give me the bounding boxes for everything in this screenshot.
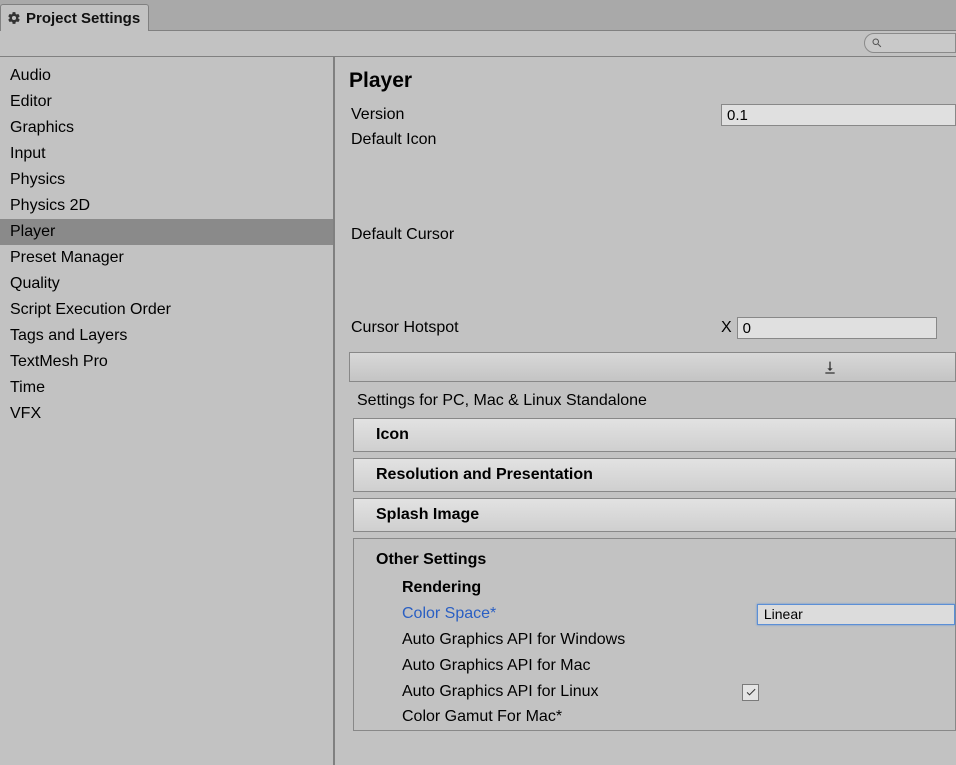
color-space-dropdown[interactable]: Linear	[757, 604, 955, 625]
version-row: Version	[335, 101, 956, 129]
gear-icon	[7, 11, 21, 25]
sidebar-item-audio[interactable]: Audio	[0, 63, 333, 89]
section-resolution[interactable]: Resolution and Presentation	[353, 458, 956, 492]
auto-graphics-linux-checkbox[interactable]	[742, 684, 759, 701]
version-label: Version	[351, 106, 721, 124]
version-input[interactable]	[721, 104, 956, 126]
toolbar-row	[0, 31, 956, 57]
hotspot-x-axis-label: X	[721, 319, 732, 337]
auto-graphics-mac-row: Auto Graphics API for Mac	[354, 653, 955, 679]
download-arrow-icon	[822, 359, 838, 379]
sidebar-item-graphics[interactable]: Graphics	[0, 115, 333, 141]
content-panel: Player Version Default Icon Default Curs…	[335, 57, 956, 765]
cursor-hotspot-row: Cursor Hotspot X	[335, 314, 956, 342]
default-icon-label: Default Icon	[351, 129, 721, 149]
sidebar-item-quality[interactable]: Quality	[0, 271, 333, 297]
hotspot-x-group: X	[721, 317, 937, 339]
sidebar-item-player[interactable]: Player	[0, 219, 333, 245]
sidebar-item-physics[interactable]: Physics	[0, 167, 333, 193]
sidebar-item-tags-layers[interactable]: Tags and Layers	[0, 323, 333, 349]
sidebar-item-physics-2d[interactable]: Physics 2D	[0, 193, 333, 219]
rendering-heading: Rendering	[354, 575, 955, 601]
other-settings-title[interactable]: Other Settings	[354, 545, 955, 575]
section-splash[interactable]: Splash Image	[353, 498, 956, 532]
sidebar-item-editor[interactable]: Editor	[0, 89, 333, 115]
color-space-row: Color Space* Linear	[354, 601, 955, 627]
main-area: Audio Editor Graphics Input Physics Phys…	[0, 57, 956, 765]
sidebar-item-textmesh-pro[interactable]: TextMesh Pro	[0, 349, 333, 375]
default-icon-row: Default Icon	[335, 129, 956, 224]
color-space-label: Color Space*	[402, 605, 742, 623]
project-settings-tab[interactable]: Project Settings	[0, 4, 149, 31]
settings-sidebar: Audio Editor Graphics Input Physics Phys…	[0, 57, 335, 765]
sidebar-item-vfx[interactable]: VFX	[0, 401, 333, 427]
color-space-value: Linear	[764, 606, 803, 622]
color-gamut-mac-row: Color Gamut For Mac*	[354, 705, 955, 724]
sidebar-item-time[interactable]: Time	[0, 375, 333, 401]
hotspot-x-input[interactable]	[737, 317, 937, 339]
search-icon	[871, 37, 883, 49]
auto-graphics-windows-label: Auto Graphics API for Windows	[402, 631, 742, 649]
section-icon[interactable]: Icon	[353, 418, 956, 452]
platform-selector-bar[interactable]	[349, 352, 956, 382]
color-gamut-mac-label: Color Gamut For Mac*	[402, 708, 742, 724]
cursor-hotspot-label: Cursor Hotspot	[351, 319, 721, 337]
search-input[interactable]	[864, 33, 956, 53]
page-title: Player	[335, 57, 956, 101]
sidebar-item-preset-manager[interactable]: Preset Manager	[0, 245, 333, 271]
window-tab-bar: Project Settings	[0, 0, 956, 31]
auto-graphics-linux-row: Auto Graphics API for Linux	[354, 679, 955, 705]
default-cursor-label: Default Cursor	[351, 224, 721, 244]
platform-settings-title: Settings for PC, Mac & Linux Standalone	[335, 382, 956, 418]
default-cursor-row: Default Cursor	[335, 224, 956, 314]
sidebar-item-input[interactable]: Input	[0, 141, 333, 167]
auto-graphics-linux-label: Auto Graphics API for Linux	[402, 683, 742, 701]
auto-graphics-windows-row: Auto Graphics API for Windows	[354, 627, 955, 653]
project-settings-tab-label: Project Settings	[26, 10, 140, 27]
sidebar-item-script-execution-order[interactable]: Script Execution Order	[0, 297, 333, 323]
auto-graphics-mac-label: Auto Graphics API for Mac	[402, 657, 742, 675]
section-other-settings: Other Settings Rendering Color Space* Li…	[353, 538, 956, 731]
